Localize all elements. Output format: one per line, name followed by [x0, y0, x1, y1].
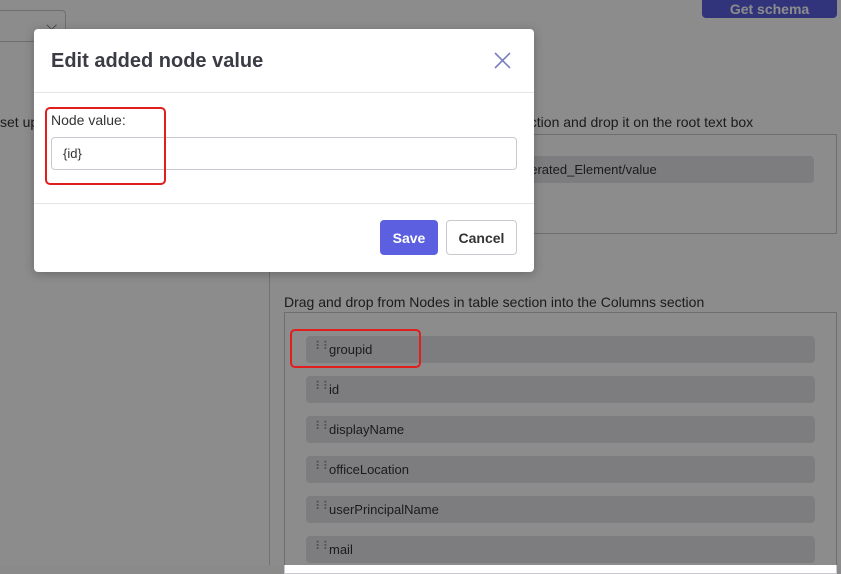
cancel-button[interactable]: Cancel	[446, 220, 517, 255]
highlight-box-node-value	[45, 107, 166, 185]
save-button[interactable]: Save	[380, 220, 438, 255]
dialog-footer-divider	[34, 203, 534, 204]
close-icon[interactable]	[493, 51, 512, 70]
highlight-box-groupid	[290, 329, 421, 368]
dialog-header: Edit added node value	[34, 29, 534, 93]
dialog-title: Edit added node value	[51, 50, 264, 72]
